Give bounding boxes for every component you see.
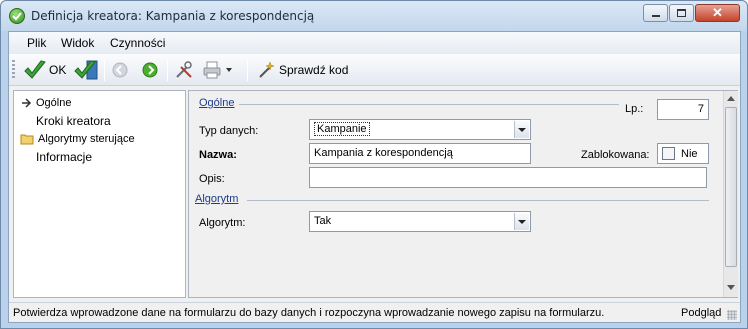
tree-item-ogolne[interactable]: Ogólne <box>20 95 71 111</box>
form-panel: Ogólne Lp.: 7 Typ danych: Kampanie Nazwa… <box>188 90 738 298</box>
scroll-down-icon[interactable] <box>727 285 735 290</box>
magic-wand-icon <box>259 61 275 78</box>
tree-item-label: Kroki kreatora <box>36 114 111 128</box>
tree-item-label: Informacje <box>36 150 93 164</box>
check-code-label: Sprawdź kod <box>279 63 349 77</box>
section-title-general: Ogólne <box>199 97 235 109</box>
status-bar: Potwierdza wprowadzone dane na formularz… <box>9 302 740 322</box>
close-icon: ✕ <box>712 5 723 20</box>
ok-button[interactable]: OK <box>23 58 66 82</box>
title-bar: Definicja kreatora: Kampania z korespond… <box>1 1 747 31</box>
chevron-down-icon[interactable] <box>224 65 234 75</box>
algorithm-value: Tak <box>314 215 332 227</box>
chevron-down-icon[interactable] <box>514 121 529 138</box>
previous-button[interactable] <box>112 62 128 78</box>
tools-icon <box>176 61 192 78</box>
print-button[interactable] <box>203 61 234 79</box>
status-mode: Podgląd <box>681 307 722 319</box>
menu-bar: Plik Widok Czynności <box>9 32 740 54</box>
tools-button[interactable] <box>175 61 193 79</box>
menu-czynnosci[interactable]: Czynności <box>110 36 165 50</box>
minimize-icon <box>651 15 660 17</box>
algorithm-select[interactable]: Tak <box>309 211 531 232</box>
name-label: Nazwa: <box>199 149 237 161</box>
locked-value: Nie <box>681 147 698 160</box>
tree-item-informacje[interactable]: Informacje <box>36 149 92 165</box>
section-divider <box>247 200 709 201</box>
checkbox-icon <box>662 147 675 160</box>
wizard-definition-window: Definicja kreatora: Kampania z korespond… <box>0 0 748 329</box>
window-title: Definicja kreatora: Kampania z korespond… <box>31 9 315 23</box>
chevron-down-icon[interactable] <box>514 213 529 230</box>
close-button[interactable]: ✕ <box>695 4 740 22</box>
status-message: Potwierdza wprowadzone dane na formularz… <box>13 307 605 319</box>
section-title-algorithm: Algorytm <box>195 193 239 205</box>
menu-plik[interactable]: Plik <box>27 36 46 50</box>
locked-checkbox[interactable]: Nie <box>657 143 709 164</box>
checkmark-icon <box>24 60 46 79</box>
tree-item-label: Algorytmy sterujące <box>38 133 135 145</box>
tree-item-algorytmy[interactable]: Algorytmy sterujące <box>20 131 135 147</box>
maximize-icon <box>677 9 686 17</box>
lp-input[interactable]: 7 <box>657 99 709 120</box>
checkmark-save-icon <box>74 60 98 80</box>
type-value: Kampanie <box>314 122 370 136</box>
arrow-right-icon <box>22 98 32 108</box>
description-input[interactable] <box>309 167 707 188</box>
section-divider <box>239 104 619 105</box>
arrow-right-circle-icon <box>142 62 158 78</box>
save-and-new-button[interactable] <box>73 58 99 82</box>
locked-label: Zablokowana: <box>581 149 650 161</box>
scroll-thumb[interactable] <box>725 107 737 267</box>
window-client: Plik Widok Czynności OK Sprawdź kod Ogól… <box>8 31 741 323</box>
folder-icon <box>20 134 34 145</box>
algorithm-label: Algorytm: <box>199 217 246 229</box>
resize-grip[interactable] <box>727 310 737 320</box>
lp-label: Lp.: <box>625 103 644 115</box>
arrow-left-circle-icon <box>112 62 128 78</box>
navigation-tree: Ogólne Kroki kreatora Algorytmy sterując… <box>13 90 186 298</box>
menu-widok[interactable]: Widok <box>61 36 94 50</box>
app-icon <box>9 8 25 24</box>
name-input[interactable]: Kampania z korespondencją <box>309 143 531 164</box>
next-button[interactable] <box>142 62 158 78</box>
maximize-button[interactable] <box>669 4 694 22</box>
printer-icon <box>203 61 221 79</box>
vertical-scrollbar[interactable] <box>723 91 738 297</box>
scroll-up-icon[interactable] <box>727 96 735 101</box>
toolbar: OK Sprawdź kod <box>9 54 740 86</box>
tree-item-kroki-kreatora[interactable]: Kroki kreatora <box>36 113 111 129</box>
toolbar-grip <box>12 60 15 80</box>
tree-item-label: Ogólne <box>36 97 72 109</box>
ok-label: OK <box>49 63 67 77</box>
minimize-button[interactable] <box>643 4 668 22</box>
type-select[interactable]: Kampanie <box>309 119 531 140</box>
description-label: Opis: <box>199 173 225 185</box>
check-code-button[interactable]: Sprawdź kod <box>257 61 348 79</box>
type-label: Typ danych: <box>199 125 259 137</box>
